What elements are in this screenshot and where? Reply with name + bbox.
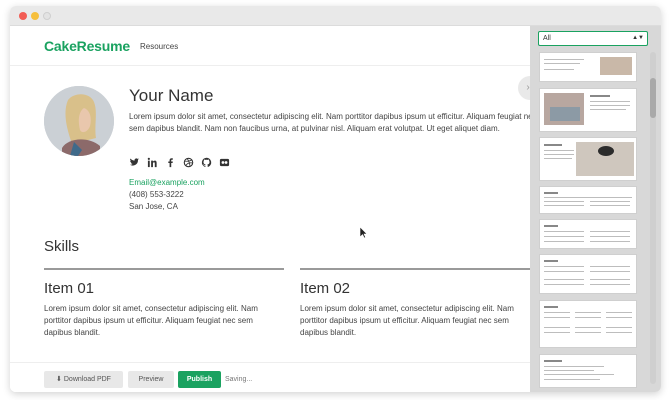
skill-divider: [44, 268, 284, 270]
maximize-window-button[interactable]: [43, 12, 51, 20]
template-sidebar: All ▲▼: [530, 26, 661, 392]
linkedin-icon[interactable]: [147, 157, 158, 168]
profile-bio[interactable]: Lorem ipsum dolor sit amet, consectetur …: [129, 111, 530, 135]
template-filter-value: All: [543, 35, 551, 42]
editor-toolbar: ⬇︎ Download PDF Preview Publish Saving..…: [10, 362, 530, 392]
download-pdf-label: Download PDF: [63, 376, 111, 383]
twitter-icon[interactable]: [129, 157, 140, 168]
skill-item[interactable]: Item 01 Lorem ipsum dolor sit amet, cons…: [44, 268, 284, 339]
template-thumbnail[interactable]: [539, 186, 637, 214]
skills-section-title[interactable]: Skills: [44, 238, 79, 255]
close-window-button[interactable]: [19, 12, 27, 20]
brand-logo[interactable]: CakeResume: [44, 38, 130, 54]
nav-resources-link[interactable]: Resources: [140, 42, 178, 51]
template-thumbnail[interactable]: [539, 52, 637, 82]
template-thumbnail[interactable]: [539, 88, 637, 132]
template-thumbnail[interactable]: [539, 300, 637, 348]
profile-name[interactable]: Your Name: [129, 86, 213, 106]
template-filter-select[interactable]: All ▲▼: [538, 31, 648, 46]
profile-phone[interactable]: (408) 553-3222: [129, 190, 184, 199]
flickr-icon[interactable]: [219, 157, 230, 168]
skill-item-description[interactable]: Lorem ipsum dolor sit amet, consectetur …: [44, 303, 276, 339]
dribbble-icon[interactable]: [183, 157, 194, 168]
avatar[interactable]: [44, 86, 114, 156]
sidebar-scrollbar-thumb[interactable]: [650, 78, 656, 118]
save-status: Saving...: [225, 376, 253, 383]
download-icon: ⬇︎: [56, 376, 62, 383]
preview-button[interactable]: Preview: [128, 371, 174, 388]
template-thumbnail[interactable]: [539, 219, 637, 249]
skill-item-title[interactable]: Item 02: [300, 280, 530, 297]
minimize-window-button[interactable]: [31, 12, 39, 20]
app-window: CakeResume Resources Your Name Lorem ips…: [10, 6, 661, 392]
profile-location[interactable]: San Jose, CA: [129, 202, 178, 211]
skill-item-title[interactable]: Item 01: [44, 280, 284, 297]
facebook-icon[interactable]: [165, 157, 176, 168]
template-thumbnail[interactable]: [539, 137, 637, 181]
github-icon[interactable]: [201, 157, 212, 168]
top-nav: CakeResume Resources: [10, 26, 530, 66]
resume-editor: CakeResume Resources Your Name Lorem ips…: [10, 26, 530, 392]
skill-divider: [300, 268, 530, 270]
skill-item[interactable]: Item 02 Lorem ipsum dolor sit amet, cons…: [300, 268, 530, 339]
avatar-photo: [44, 86, 114, 156]
profile-email[interactable]: Email@example.com: [129, 178, 205, 187]
template-preview-image: [600, 57, 632, 75]
skill-item-description[interactable]: Lorem ipsum dolor sit amet, consectetur …: [300, 303, 530, 339]
template-thumbnail[interactable]: [539, 354, 637, 388]
window-titlebar: [10, 6, 661, 26]
select-arrows-icon: ▲▼: [632, 35, 644, 41]
template-thumbnail[interactable]: [539, 254, 637, 294]
download-pdf-button[interactable]: ⬇︎ Download PDF: [44, 371, 123, 388]
publish-button[interactable]: Publish: [178, 371, 221, 388]
mouse-cursor-icon: [360, 227, 368, 239]
social-links: [129, 156, 230, 168]
